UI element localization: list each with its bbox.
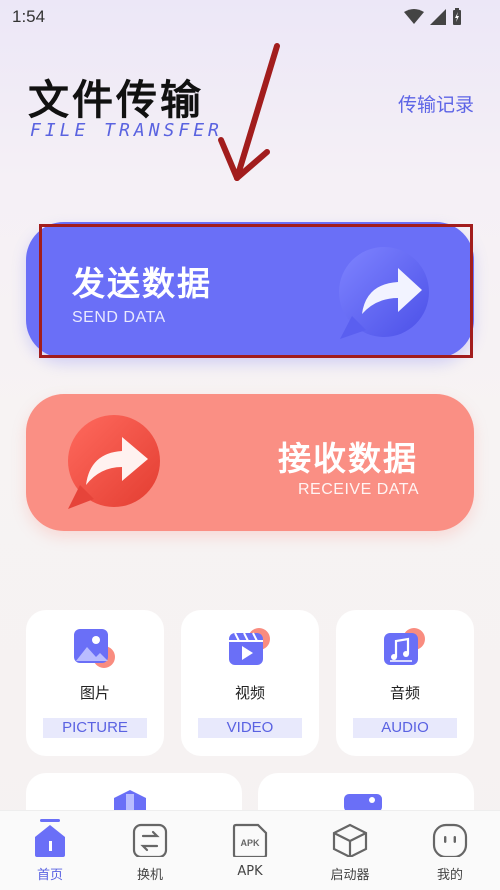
document-icon — [114, 790, 146, 812]
send-data-subtitle: SEND DATA — [72, 309, 166, 326]
nav-profile[interactable]: 我的 — [400, 811, 500, 890]
nav-swap[interactable]: 换机 — [100, 811, 200, 890]
launcher-box-icon — [332, 823, 368, 857]
send-share-icon — [339, 247, 429, 339]
home-icon — [35, 819, 65, 857]
receive-share-icon — [68, 415, 160, 509]
apk-icon: APK — [232, 823, 268, 857]
nav-home[interactable]: 首页 — [0, 811, 100, 890]
video-icon — [229, 628, 270, 665]
category-en-audio: AUDIO — [353, 718, 457, 738]
nav-launcher[interactable]: 启动器 — [300, 811, 400, 890]
wifi-icon — [404, 8, 424, 24]
page-title: 文件传输 — [28, 76, 204, 124]
nav-label-swap: 换机 — [136, 868, 163, 883]
bottom-navigation: 首页 换机 APK APK 启动器 我的 — [0, 810, 500, 890]
device-icon — [344, 794, 382, 812]
annotation-arrow-icon — [218, 43, 280, 181]
transfer-history-link[interactable]: 传输记录 — [398, 90, 474, 117]
receive-data-title: 接收数据 — [278, 439, 418, 478]
svg-text:APK: APK — [240, 838, 260, 848]
swap-icon — [132, 823, 168, 857]
signal-icon — [430, 8, 446, 25]
nav-apk[interactable]: APK APK — [200, 811, 300, 890]
profile-face-icon — [432, 823, 468, 857]
category-en-video: VIDEO — [198, 718, 302, 738]
nav-label-home: 首页 — [36, 868, 63, 883]
picture-icon — [74, 629, 115, 668]
nav-label-launcher: 启动器 — [330, 868, 370, 883]
status-time: 1:54 — [12, 7, 46, 26]
status-icons — [404, 8, 462, 25]
battery-icon — [453, 8, 461, 25]
nav-label-profile: 我的 — [436, 868, 463, 883]
nav-label-apk: APK — [237, 864, 263, 879]
category-label-audio: 音频 — [389, 684, 420, 702]
category-en-picture: PICTURE — [43, 718, 147, 738]
receive-data-subtitle: RECEIVE DATA — [298, 481, 419, 498]
audio-icon — [384, 628, 425, 665]
category-label-video: 视频 — [234, 684, 265, 702]
page-subtitle: FILE TRANSFER — [30, 120, 223, 141]
category-label-picture: 图片 — [79, 684, 110, 702]
send-data-title: 发送数据 — [72, 264, 212, 303]
